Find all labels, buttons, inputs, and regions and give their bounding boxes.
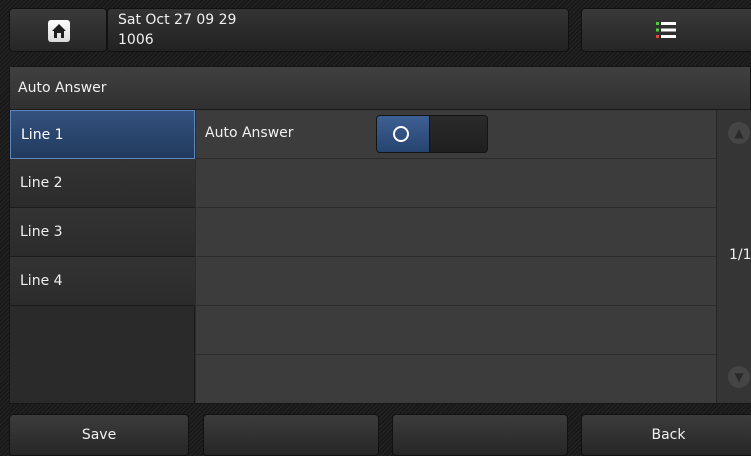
setting-row-auto-answer: Auto Answer (196, 110, 716, 159)
sidebar-item-label: Line 1 (21, 127, 64, 143)
scroll-up-icon[interactable]: ▲ (728, 122, 750, 144)
page-indicator: 1/1 (729, 247, 751, 263)
setting-row-empty (196, 208, 716, 257)
sidebar-item-label: Line 2 (20, 175, 63, 191)
status-bar: Sat Oct 27 09 29 1006 (0, 0, 751, 60)
sidebar-item-label: Line 3 (20, 224, 63, 240)
date-time-display: Sat Oct 27 09 29 1006 (107, 8, 569, 52)
setting-row-empty (196, 355, 716, 403)
toggle-on-icon (393, 126, 409, 142)
panel-title: Auto Answer (10, 67, 750, 110)
save-button[interactable]: Save (9, 414, 189, 456)
toggle-on-segment (377, 116, 430, 152)
setting-row-empty (196, 306, 716, 355)
settings-panel: Auto Answer Line 1 Line 2 Line 3 Line 4 … (9, 66, 751, 404)
setting-row-empty (196, 257, 716, 306)
menu-button[interactable] (581, 8, 751, 52)
settings-content: Auto Answer (196, 110, 716, 403)
home-icon (48, 20, 70, 42)
back-button[interactable]: Back (581, 414, 751, 456)
softkey-2[interactable] (203, 414, 379, 456)
sidebar-item-line-1[interactable]: Line 1 (10, 110, 195, 159)
page-scroller: ▲ 1/1 ▼ (716, 110, 751, 403)
softkey-bar: Save Back (0, 412, 751, 456)
scroll-down-icon[interactable]: ▼ (728, 366, 750, 388)
menu-icon (656, 22, 676, 38)
sidebar-item-line-2[interactable]: Line 2 (10, 159, 195, 208)
sidebar-item-label: Line 4 (20, 273, 63, 289)
sidebar-item-line-4[interactable]: Line 4 (10, 257, 195, 306)
sidebar-item-line-3[interactable]: Line 3 (10, 208, 195, 257)
softkey-3[interactable] (392, 414, 568, 456)
line-sidebar: Line 1 Line 2 Line 3 Line 4 (10, 110, 195, 403)
date-time-text: Sat Oct 27 09 29 (118, 12, 237, 28)
setting-row-empty (196, 159, 716, 208)
auto-answer-label: Auto Answer (205, 125, 294, 141)
extension-number: 1006 (118, 32, 154, 48)
toggle-off-segment (430, 116, 487, 152)
auto-answer-toggle[interactable] (376, 115, 488, 153)
home-button[interactable] (9, 8, 107, 52)
